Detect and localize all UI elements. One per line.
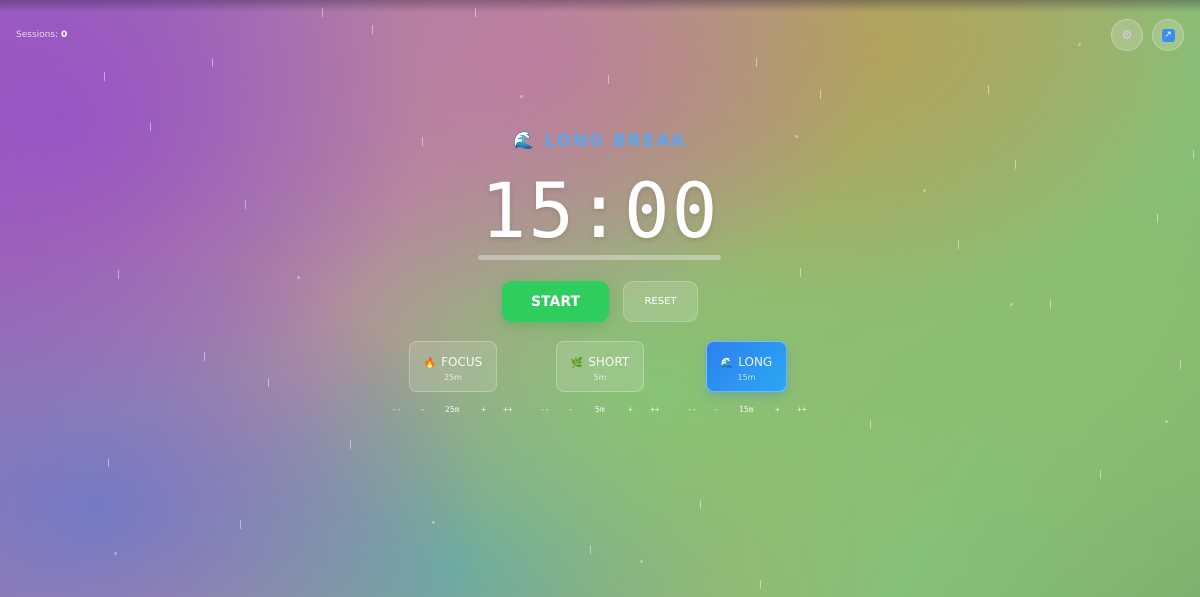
particle	[350, 440, 351, 449]
mode-card-short-label: SHORT	[588, 355, 630, 369]
particle	[1010, 303, 1013, 306]
mode-card-focus-title: 🔥 FOCUS	[424, 351, 483, 370]
particle	[800, 268, 801, 277]
particle	[372, 25, 373, 34]
reset-button[interactable]: RESET	[623, 281, 698, 322]
mode-card-focus[interactable]: 🔥 FOCUS 25m	[409, 341, 497, 392]
short-increase-large-button[interactable]: ++	[650, 405, 660, 414]
gear-icon: ⚙	[1121, 28, 1133, 42]
short-increase-button[interactable]: +	[628, 405, 633, 414]
particle	[150, 122, 151, 131]
session-counter-value: 0	[60, 30, 68, 40]
particle	[520, 95, 523, 98]
current-mode-title: 🌊 LONG BREAK	[0, 131, 1200, 151]
particle	[1180, 360, 1181, 369]
particle	[204, 352, 205, 361]
particle	[118, 270, 119, 279]
particle	[700, 500, 701, 509]
wave-icon: 🌊	[513, 131, 537, 151]
particle	[322, 8, 323, 17]
particle	[870, 420, 871, 429]
long-duration-value: 15m	[739, 405, 754, 414]
particle	[590, 545, 591, 554]
particle	[756, 58, 757, 67]
wave-icon: 🌊	[720, 358, 734, 369]
mode-card-long-label: LONG	[738, 355, 773, 369]
mode-card-focus-label: FOCUS	[441, 355, 483, 369]
long-increase-button[interactable]: +	[775, 405, 780, 414]
particle	[212, 58, 213, 67]
mode-card-long[interactable]: 🌊 LONG 15m	[706, 341, 787, 392]
long-increase-large-button[interactable]: ++	[797, 405, 807, 414]
leaf-icon: 🌿	[570, 358, 584, 369]
particle	[1193, 150, 1194, 159]
mode-card-long-minutes: 15m	[737, 373, 756, 382]
particle	[640, 560, 643, 563]
particle	[475, 8, 476, 17]
mode-card-short-minutes: 5m	[593, 373, 607, 382]
focus-decrease-large-button[interactable]: --	[392, 405, 402, 414]
timer-display: 15:00	[480, 166, 720, 255]
particle	[240, 520, 241, 529]
session-counter: Sessions: 0	[16, 30, 67, 40]
mode-card-focus-minutes: 25m	[444, 373, 462, 382]
particle	[1100, 470, 1101, 479]
particle	[988, 85, 989, 94]
particle	[1078, 43, 1081, 46]
current-mode-label: LONG BREAK	[544, 131, 687, 151]
mode-card-long-title: 🌊 LONG	[721, 351, 772, 370]
fullscreen-icon: ↗	[1161, 28, 1175, 42]
start-button[interactable]: START	[502, 281, 609, 322]
particle	[108, 458, 109, 467]
mode-card-short[interactable]: 🌿 SHORT 5m	[556, 341, 644, 392]
long-decrease-large-button[interactable]: --	[687, 405, 697, 414]
particle	[114, 552, 117, 555]
particle	[268, 378, 269, 387]
settings-button[interactable]: ⚙	[1111, 19, 1143, 51]
particle	[608, 75, 609, 84]
session-counter-label: Sessions:	[16, 30, 59, 40]
focus-increase-large-button[interactable]: ++	[503, 405, 513, 414]
focus-decrease-button[interactable]: -	[420, 405, 425, 414]
fire-icon: 🔥	[423, 358, 437, 369]
particle	[1050, 300, 1051, 309]
mode-card-short-title: 🌿 SHORT	[571, 351, 629, 370]
fullscreen-button[interactable]: ↗	[1152, 19, 1184, 51]
particle	[760, 580, 761, 589]
focus-increase-button[interactable]: +	[481, 405, 486, 414]
progress-bar	[478, 255, 721, 260]
focus-duration-value: 25m	[445, 405, 460, 414]
particle	[1165, 420, 1168, 423]
particle	[104, 72, 105, 81]
particle	[297, 276, 300, 279]
long-decrease-button[interactable]: -	[714, 405, 719, 414]
particle	[432, 521, 435, 524]
short-decrease-large-button[interactable]: --	[540, 405, 550, 414]
short-duration-value: 5m	[595, 405, 605, 414]
particle	[820, 90, 821, 99]
short-decrease-button[interactable]: -	[568, 405, 573, 414]
